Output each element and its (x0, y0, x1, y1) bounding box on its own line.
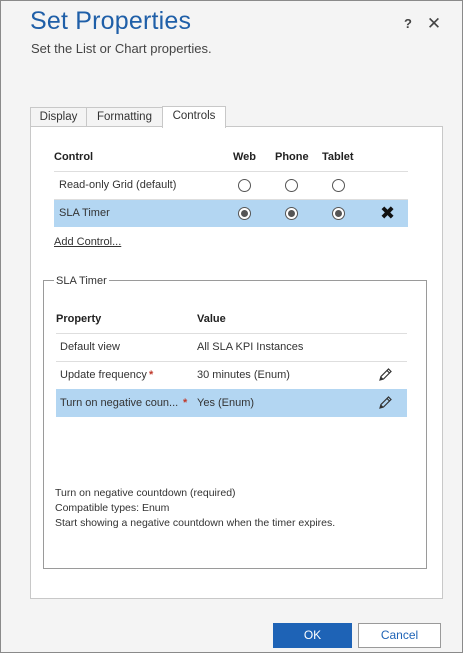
phone-radio[interactable] (285, 207, 298, 220)
column-header-value: Value (197, 313, 226, 325)
dialog-subtitle: Set the List or Chart properties. (31, 41, 212, 56)
web-radio[interactable] (238, 207, 251, 220)
property-row-negative-countdown[interactable]: Turn on negative coun... * Yes (Enum) (56, 389, 407, 417)
control-name: SLA Timer (59, 207, 110, 219)
close-icon[interactable]: ✕ (425, 14, 443, 34)
property-info-description: Start showing a negative countdown when … (55, 517, 336, 529)
property-row-update-frequency[interactable]: Update frequency * 30 minutes (Enum) (56, 361, 407, 390)
dialog-title: Set Properties (30, 7, 192, 35)
tablet-radio[interactable] (332, 207, 345, 220)
property-value: Yes (Enum) (197, 397, 255, 409)
help-icon[interactable]: ? (400, 16, 416, 36)
sla-timer-legend: SLA Timer (54, 275, 109, 287)
control-row-sla-timer[interactable]: SLA Timer ✖ (54, 200, 408, 227)
column-header-tablet: Tablet (322, 151, 354, 163)
property-value: 30 minutes (Enum) (197, 369, 290, 381)
tab-formatting[interactable]: Formatting (86, 107, 163, 127)
add-control-link[interactable]: Add Control... (54, 236, 121, 248)
column-header-property: Property (56, 313, 102, 325)
property-name: Update frequency (60, 369, 147, 381)
tab-display[interactable]: Display (30, 107, 87, 127)
web-radio[interactable] (238, 179, 251, 192)
controls-grid-header: Control Web Phone Tablet (54, 144, 408, 172)
edit-pencil-icon[interactable] (377, 367, 393, 383)
ok-button[interactable]: OK (273, 623, 352, 648)
required-indicator: * (183, 397, 188, 409)
property-info-title: Turn on negative countdown (required) (55, 487, 236, 499)
tab-controls[interactable]: Controls (162, 106, 226, 128)
property-name: Turn on negative coun... (60, 397, 179, 409)
column-header-control: Control (54, 151, 94, 163)
phone-radio[interactable] (285, 179, 298, 192)
column-header-web: Web (233, 151, 257, 163)
properties-grid-header: Property Value (56, 305, 407, 334)
property-name: Default view (60, 341, 120, 353)
property-row-default-view[interactable]: Default view All SLA KPI Instances (56, 333, 407, 362)
column-header-phone: Phone (275, 151, 309, 163)
control-row-read-only-grid[interactable]: Read-only Grid (default) (54, 172, 408, 200)
required-indicator: * (149, 369, 154, 381)
remove-control-icon[interactable]: ✖ (380, 203, 395, 223)
property-value: All SLA KPI Instances (197, 341, 304, 353)
edit-pencil-icon[interactable] (377, 395, 393, 411)
property-info-types: Compatible types: Enum (55, 502, 170, 514)
control-name: Read-only Grid (default) (59, 179, 177, 191)
cancel-button[interactable]: Cancel (358, 623, 441, 648)
tablet-radio[interactable] (332, 179, 345, 192)
